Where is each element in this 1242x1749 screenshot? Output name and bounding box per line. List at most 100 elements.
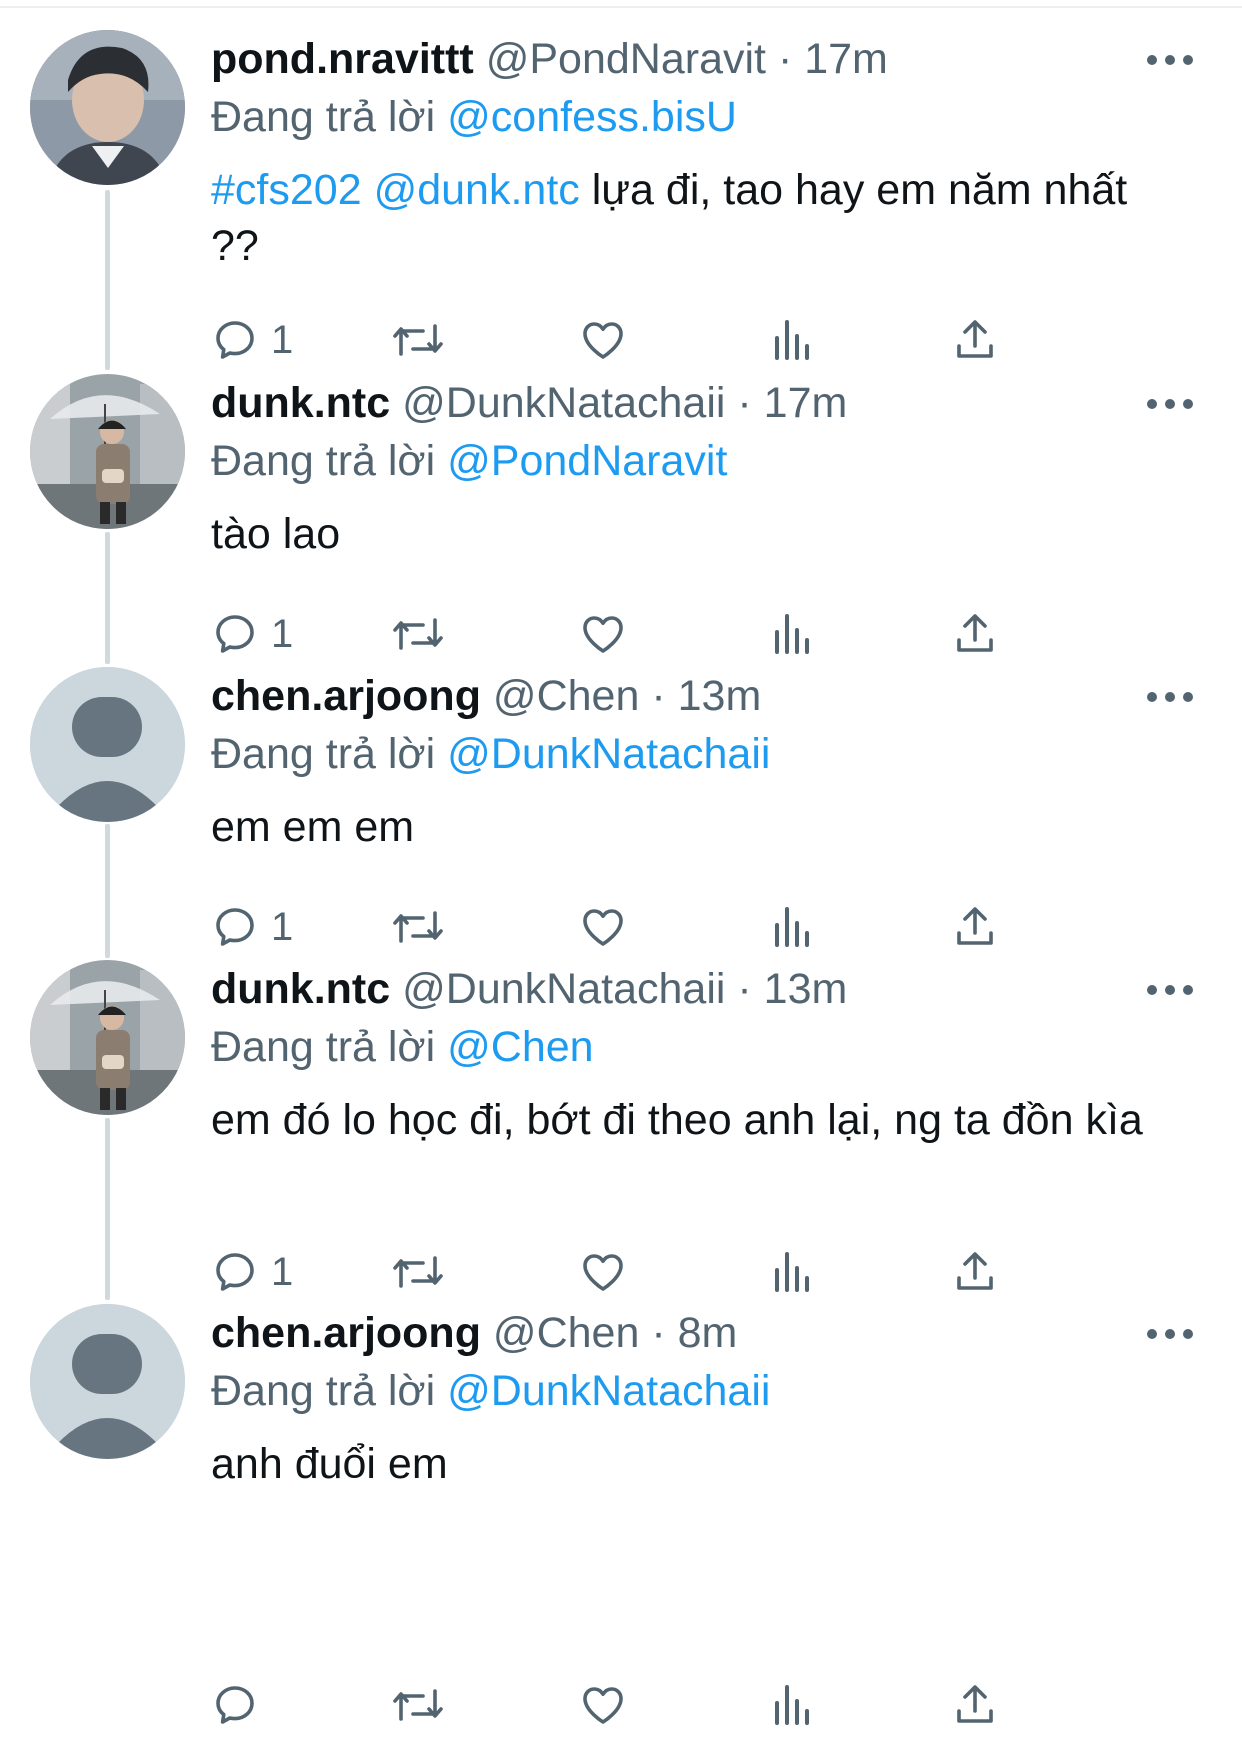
retweet-button[interactable] bbox=[391, 604, 445, 664]
views-button[interactable] bbox=[767, 310, 815, 370]
timestamp[interactable]: 8m bbox=[678, 1309, 738, 1357]
tweet-text: anh đuổi em bbox=[211, 1436, 1182, 1492]
reply-button[interactable]: 1 bbox=[211, 310, 293, 370]
separator: · bbox=[651, 1309, 666, 1357]
replying-prefix: Đang trả lời bbox=[211, 1367, 436, 1415]
action-bar: 1 bbox=[211, 310, 1111, 370]
tweet-text: em đó lo học đi, bớt đi theo anh lại, ng… bbox=[211, 1092, 1182, 1148]
share-button[interactable] bbox=[951, 1675, 999, 1735]
username[interactable]: @PondNaravit bbox=[486, 35, 766, 83]
thread-line bbox=[105, 532, 110, 664]
retweet-button[interactable] bbox=[391, 897, 445, 957]
views-button[interactable] bbox=[767, 1242, 815, 1302]
reply-mention-link[interactable]: @DunkNatachaii bbox=[447, 730, 770, 778]
more-options-button[interactable] bbox=[1140, 384, 1200, 424]
timestamp[interactable]: 13m bbox=[764, 965, 848, 1013]
separator: · bbox=[737, 379, 752, 427]
reply-count: 1 bbox=[271, 1249, 294, 1294]
retweet-button[interactable] bbox=[391, 1675, 445, 1735]
like-button[interactable] bbox=[579, 1675, 627, 1735]
display-name[interactable]: chen.arjoong bbox=[211, 672, 481, 720]
reply-mention-link[interactable]: @DunkNatachaii bbox=[447, 1367, 770, 1415]
tweet-header: dunk.ntc @DunkNatachaii · 17m bbox=[211, 374, 1182, 432]
action-bar: 1 bbox=[211, 1242, 1111, 1302]
action-bar: 1 bbox=[211, 604, 1111, 664]
reply-button[interactable] bbox=[211, 1675, 271, 1735]
display-name[interactable]: chen.arjoong bbox=[211, 1309, 481, 1357]
retweet-icon bbox=[393, 911, 443, 943]
like-button[interactable] bbox=[579, 310, 627, 370]
avatar[interactable] bbox=[30, 374, 185, 529]
username[interactable]: @DunkNatachaii bbox=[402, 965, 725, 1013]
like-button[interactable] bbox=[579, 604, 627, 664]
timestamp[interactable]: 17m bbox=[764, 379, 848, 427]
tweet-body: em đó lo học đi, bớt đi theo anh lại, ng… bbox=[211, 1096, 1143, 1144]
replying-prefix: Đang trả lời bbox=[211, 730, 436, 778]
retweet-icon bbox=[393, 618, 443, 650]
like-icon bbox=[583, 1687, 623, 1724]
profile-photo bbox=[30, 30, 185, 185]
like-button[interactable] bbox=[579, 897, 627, 957]
more-icon bbox=[1147, 55, 1193, 65]
reply-button[interactable]: 1 bbox=[211, 1242, 293, 1302]
more-icon bbox=[1147, 692, 1193, 702]
views-icon bbox=[775, 1252, 809, 1292]
views-button[interactable] bbox=[767, 897, 815, 957]
thread-line bbox=[105, 190, 110, 370]
avatar[interactable] bbox=[30, 30, 185, 185]
replying-prefix: Đang trả lời bbox=[211, 93, 436, 141]
retweet-button[interactable] bbox=[391, 310, 445, 370]
display-name[interactable]: dunk.ntc bbox=[211, 379, 390, 427]
tweet-body: tào lao bbox=[211, 510, 341, 558]
display-name[interactable]: dunk.ntc bbox=[211, 965, 390, 1013]
reply-count: 1 bbox=[271, 611, 294, 656]
views-icon bbox=[775, 614, 809, 654]
reply-icon bbox=[216, 1253, 254, 1291]
reply-icon bbox=[216, 908, 254, 946]
views-button[interactable] bbox=[767, 1675, 815, 1735]
more-icon bbox=[1147, 399, 1193, 409]
views-icon bbox=[775, 907, 809, 947]
more-options-button[interactable] bbox=[1140, 970, 1200, 1010]
username[interactable]: @DunkNatachaii bbox=[402, 379, 725, 427]
display-name[interactable]: pond.nravittt bbox=[211, 35, 474, 83]
like-icon bbox=[583, 909, 623, 946]
tweet-header: dunk.ntc @DunkNatachaii · 13m bbox=[211, 960, 1182, 1018]
share-button[interactable] bbox=[951, 310, 999, 370]
hashtag-link[interactable]: #cfs202 bbox=[211, 166, 362, 214]
views-button[interactable] bbox=[767, 604, 815, 664]
replying-to: Đang trả lời @Chen bbox=[211, 1018, 1182, 1076]
share-button[interactable] bbox=[951, 1242, 999, 1302]
timestamp[interactable]: 17m bbox=[804, 35, 888, 83]
share-button[interactable] bbox=[951, 897, 999, 957]
more-options-button[interactable] bbox=[1140, 1314, 1200, 1354]
share-button[interactable] bbox=[951, 604, 999, 664]
tweet-text: tào lao bbox=[211, 506, 1182, 562]
reply-mention-link[interactable]: @Chen bbox=[447, 1023, 593, 1071]
avatar[interactable] bbox=[30, 1304, 185, 1459]
username[interactable]: @Chen bbox=[493, 1309, 639, 1357]
reply-icon bbox=[216, 1686, 254, 1724]
share-icon bbox=[957, 1252, 993, 1290]
retweet-icon bbox=[393, 324, 443, 356]
reply-mention-link[interactable]: @PondNaravit bbox=[447, 437, 727, 485]
reply-count: 1 bbox=[271, 317, 294, 362]
reply-mention-link[interactable]: @confess.bisU bbox=[447, 93, 737, 141]
reply-button[interactable]: 1 bbox=[211, 604, 293, 664]
action-bar bbox=[211, 1675, 1111, 1735]
mention-link[interactable]: @dunk.ntc bbox=[374, 166, 580, 214]
like-button[interactable] bbox=[579, 1242, 627, 1302]
more-options-button[interactable] bbox=[1140, 677, 1200, 717]
avatar[interactable] bbox=[30, 667, 185, 822]
replying-to: Đang trả lời @confess.bisU bbox=[211, 88, 1182, 146]
avatar[interactable] bbox=[30, 960, 185, 1115]
reply-icon bbox=[216, 321, 254, 359]
retweet-button[interactable] bbox=[391, 1242, 445, 1302]
reply-button[interactable]: 1 bbox=[211, 897, 293, 957]
timestamp[interactable]: 13m bbox=[678, 672, 762, 720]
replying-to: Đang trả lời @DunkNatachaii bbox=[211, 725, 1182, 783]
username[interactable]: @Chen bbox=[493, 672, 639, 720]
more-options-button[interactable] bbox=[1140, 40, 1200, 80]
replying-to: Đang trả lời @DunkNatachaii bbox=[211, 1362, 1182, 1420]
default-avatar-icon bbox=[30, 667, 185, 822]
